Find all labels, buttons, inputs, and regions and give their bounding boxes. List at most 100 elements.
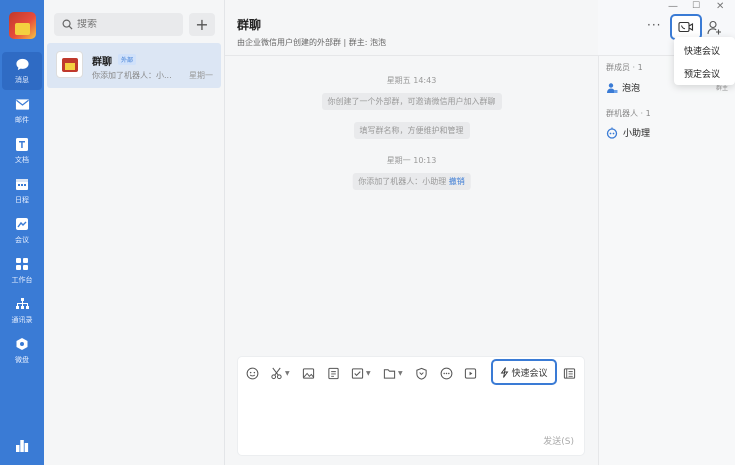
external-tag: 外部: [118, 54, 137, 65]
more-button[interactable]: ···: [647, 18, 661, 32]
user-icon: [607, 82, 618, 93]
message-input-box[interactable]: ▼ ▼ ▼ 快速会议 发送(S): [237, 356, 585, 456]
scissors-icon: [271, 367, 282, 379]
video-call-icon: [678, 21, 694, 33]
system-message: 填写群名称，方便维护和管理: [353, 122, 470, 139]
nav-item-docs[interactable]: 文档: [2, 132, 42, 170]
maximize-button[interactable]: ☐: [692, 1, 700, 11]
more-icon: [440, 367, 453, 379]
nav-item-mail[interactable]: 邮件: [2, 92, 42, 130]
document-button[interactable]: [327, 366, 340, 380]
add-member-button[interactable]: [704, 17, 724, 37]
live-button[interactable]: [464, 366, 477, 380]
group-avatar: [56, 51, 83, 78]
image-icon: [302, 367, 315, 379]
chevron-down-icon: ▼: [398, 369, 403, 377]
menu-item-schedule-meeting[interactable]: 预定会议: [684, 67, 720, 80]
chat-bubble-icon: [14, 56, 30, 72]
more-options-button[interactable]: [440, 366, 453, 380]
left-nav: 消息 邮件 文档 日程 会议 工作台 通讯录 微盘: [0, 0, 44, 465]
system-message: 你添加了机器人：小助理 撤销: [352, 173, 471, 190]
minimize-icon: —: [668, 1, 678, 12]
robot-icon: [606, 127, 618, 139]
system-message: 你创建了一个外部群，可邀请微信用户加入群聊: [321, 93, 502, 110]
robot-name: 小助理: [623, 129, 651, 139]
members-section-title: 群成员 · 1: [606, 63, 643, 72]
search-icon: [62, 19, 73, 30]
emoji-button[interactable]: [246, 366, 259, 380]
nav-item-contacts[interactable]: 通讯录: [2, 292, 42, 330]
robot-item[interactable]: 小助理: [606, 126, 650, 139]
nav-more-button[interactable]: [2, 434, 42, 465]
workbench-icon: [14, 256, 30, 272]
quick-meeting-button[interactable]: 快速会议: [491, 359, 557, 385]
nav-label: 工作台: [11, 276, 33, 284]
nav-label: 通讯录: [11, 316, 33, 324]
search-input[interactable]: [77, 19, 177, 30]
conversation-list: + 群聊 外部 你添加了机器人：小... 星期一: [44, 0, 225, 465]
chevron-down-icon: ▼: [366, 369, 371, 377]
nav-item-calendar[interactable]: 日程: [2, 172, 42, 210]
member-panel: 群成员 · 1 泡泡 群主 群机器人 · 1 小助理: [598, 56, 735, 465]
folder-button[interactable]: ▼: [383, 366, 403, 380]
nav-label: 文档: [15, 156, 29, 164]
emoji-icon: [246, 367, 259, 379]
conversation-time: 星期一: [189, 71, 213, 80]
nav-label: 会议: [15, 236, 29, 244]
lightning-icon: [501, 366, 509, 378]
meeting-dropdown-menu: 快速会议 预定会议: [674, 37, 735, 85]
list-icon: [563, 367, 576, 379]
meeting-icon: [14, 216, 30, 232]
system-message-text: 填写群名称，方便维护和管理: [359, 126, 464, 135]
task-button[interactable]: ▼: [351, 366, 371, 380]
ellipsis-icon: ···: [647, 18, 662, 32]
chevron-down-icon: ▼: [285, 369, 290, 377]
more-apps-icon: [14, 438, 30, 454]
system-message-text: 你添加了机器人：小助理: [358, 177, 447, 186]
nav-item-messages[interactable]: 消息: [2, 52, 42, 90]
message-time: 星期五 14:43: [386, 76, 437, 85]
screenshot-button[interactable]: ▼: [270, 366, 290, 380]
document-icon: [328, 367, 339, 379]
nav-item-workbench[interactable]: 工作台: [2, 252, 42, 290]
maximize-icon: ☐: [692, 1, 701, 11]
folder-icon: [383, 368, 396, 379]
conversation-preview: 你添加了机器人：小...: [92, 71, 172, 80]
robots-section-title: 群机器人 · 1: [606, 109, 651, 118]
search-box[interactable]: [54, 13, 183, 36]
close-button[interactable]: ✕: [716, 1, 724, 12]
shield-icon: [416, 367, 427, 380]
nav-label: 邮件: [15, 116, 29, 124]
contacts-icon: [14, 296, 30, 312]
send-button[interactable]: 发送(S): [543, 434, 574, 447]
nav-label: 日程: [15, 196, 29, 204]
member-name: 泡泡: [622, 84, 641, 94]
message-time: 星期一 10:13: [386, 156, 437, 165]
add-user-icon: [706, 20, 721, 34]
quick-meeting-label: 快速会议: [511, 368, 548, 379]
checkbox-icon: [351, 367, 364, 379]
chat-title: 群聊: [237, 18, 262, 32]
nav-item-meeting[interactable]: 会议: [2, 212, 42, 250]
menu-item-quick-meeting[interactable]: 快速会议: [684, 44, 720, 57]
system-message-text: 你创建了一个外部群，可邀请微信用户加入群聊: [327, 97, 496, 106]
add-button[interactable]: +: [189, 13, 215, 36]
mail-icon: [14, 96, 30, 112]
drive-icon: [14, 336, 30, 352]
shield-button[interactable]: [415, 366, 428, 380]
nav-label: 消息: [15, 76, 29, 84]
image-button[interactable]: [302, 366, 315, 380]
conversation-name: 群聊: [92, 57, 112, 68]
minimize-button[interactable]: —: [668, 1, 678, 12]
conversation-item[interactable]: 群聊 外部 你添加了机器人：小... 星期一: [47, 43, 221, 88]
user-avatar[interactable]: [9, 12, 36, 39]
nav-item-drive[interactable]: 微盘: [2, 332, 42, 370]
history-button[interactable]: [563, 366, 576, 380]
chat-subtitle: 由企业微信用户创建的外部群 | 群主: 泡泡: [237, 38, 387, 47]
chat-area: 群聊 由企业微信用户创建的外部群 | 群主: 泡泡 星期五 14:43 你创建了…: [225, 0, 735, 465]
plus-icon: +: [195, 15, 209, 34]
nav-label: 微盘: [15, 356, 29, 364]
document-icon: [14, 136, 30, 152]
undo-link[interactable]: 撤销: [449, 177, 465, 186]
calendar-icon: [14, 176, 30, 192]
